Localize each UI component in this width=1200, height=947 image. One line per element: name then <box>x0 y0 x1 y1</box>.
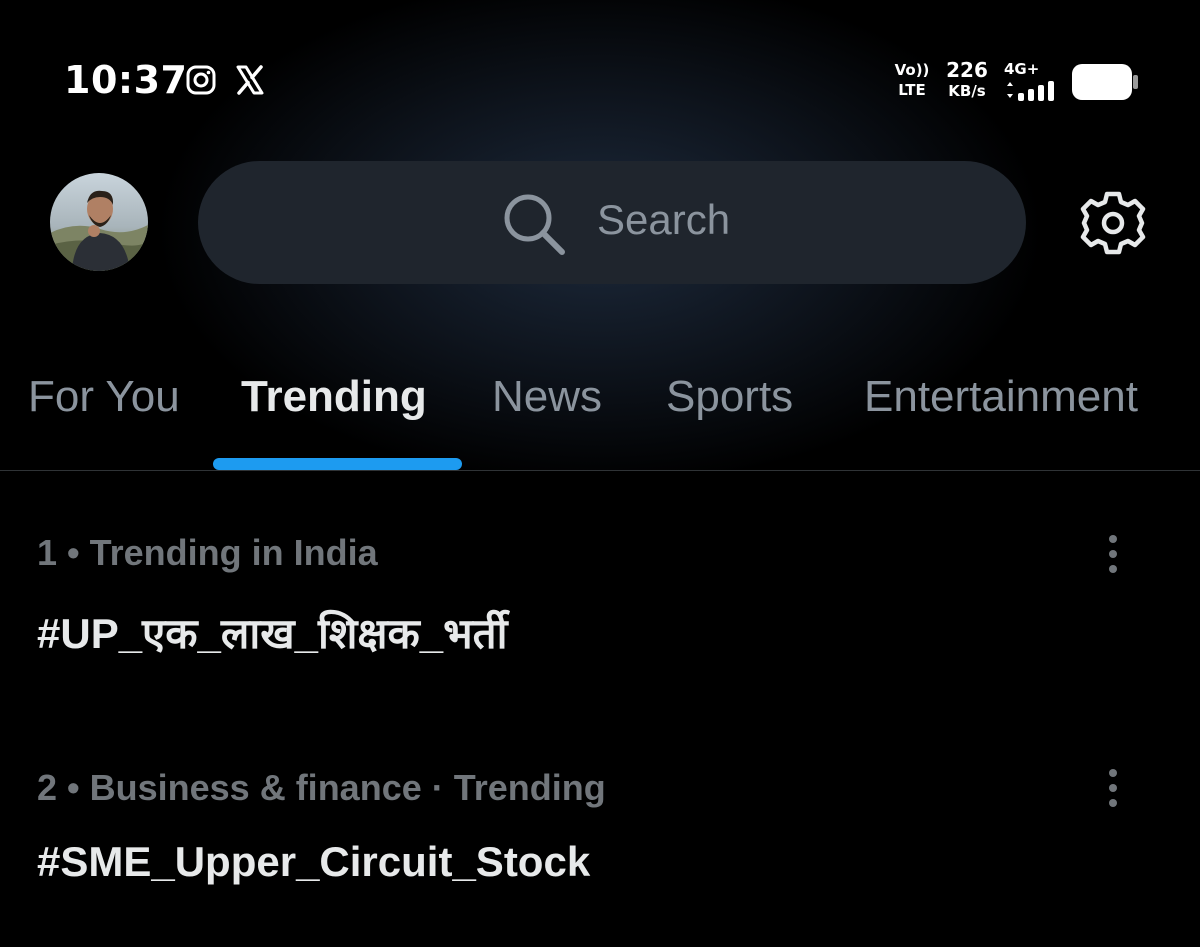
trend-title: #SME_Upper_Circuit_Stock <box>37 838 591 885</box>
more-options-icon[interactable] <box>1100 532 1126 576</box>
tab-for-you[interactable]: For You <box>28 372 180 422</box>
tab-entertainment[interactable]: Entertainment <box>864 372 1138 422</box>
tab-sports[interactable]: Sports <box>666 372 793 422</box>
active-tab-indicator <box>213 458 462 470</box>
tab-trending[interactable]: Trending <box>241 372 427 422</box>
tab-divider <box>0 470 1200 471</box>
trend-meta: 2 • Business & finance · Trending <box>37 767 606 808</box>
battery-icon <box>1072 64 1138 100</box>
volte-indicator: Vo)) LTE <box>892 60 932 100</box>
volte-line2: LTE <box>898 81 926 99</box>
search-placeholder: Search <box>597 196 731 243</box>
status-time: 10:37 <box>64 58 188 102</box>
volte-line1: Vo)) <box>894 61 930 79</box>
gear-icon[interactable] <box>1080 190 1146 256</box>
signal-strength-icon <box>1007 81 1054 101</box>
network-speed: 226 KB/s <box>942 58 992 100</box>
x-icon <box>236 65 264 95</box>
tab-news[interactable]: News <box>492 372 602 422</box>
instagram-icon <box>186 65 216 95</box>
trend-meta: 1 • Trending in India <box>37 532 378 573</box>
more-options-icon[interactable] <box>1100 766 1126 810</box>
network-type: 4G+ <box>1004 60 1040 78</box>
search-icon <box>504 194 565 255</box>
network-speed-value: 226 <box>946 58 988 82</box>
network-speed-unit: KB/s <box>948 82 986 100</box>
trend-title: #UP_एक_लाख_शिक्षक_भर्ती <box>37 610 508 657</box>
profile-avatar[interactable] <box>50 173 148 271</box>
status-bar: 10:37 Vo)) LTE 226 KB/s 4G+ <box>0 0 1200 130</box>
avatar-image <box>50 173 148 271</box>
tab-bar: For You Trending News Sports Entertainme… <box>0 360 1200 470</box>
